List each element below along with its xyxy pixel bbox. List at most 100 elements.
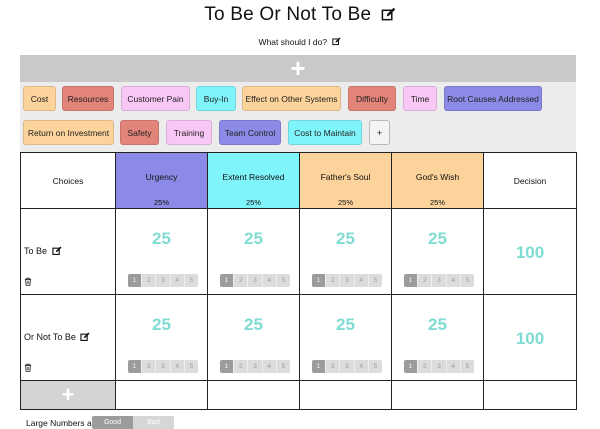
- trash-icon[interactable]: [24, 277, 32, 288]
- criterion-header-extent-resolved[interactable]: Extent Resolved 25%: [207, 152, 300, 209]
- tag-label: Cost to Maintain: [294, 127, 356, 138]
- edit-choice-icon[interactable]: [80, 332, 90, 344]
- tag-time[interactable]: Time: [403, 86, 437, 111]
- rating-option[interactable]: 1: [220, 274, 235, 287]
- rating-option[interactable]: 2: [142, 360, 157, 373]
- rating-option[interactable]: 1: [404, 360, 419, 373]
- tag-label: Training: [173, 127, 205, 138]
- rating-selector[interactable]: 12345: [220, 274, 290, 287]
- tag-cost-to-maintain[interactable]: Cost to Maintain: [288, 120, 362, 145]
- criterion-weight: 25%: [429, 198, 445, 207]
- rating-selector[interactable]: 12345: [404, 360, 474, 373]
- rating-option[interactable]: 3: [432, 360, 447, 373]
- choice-cell: To Be: [20, 208, 116, 295]
- rating-selector[interactable]: 12345: [404, 274, 474, 287]
- add-tag-button[interactable]: +: [369, 120, 390, 145]
- empty-cell: [299, 380, 392, 410]
- tag-safety[interactable]: Safety: [120, 120, 159, 145]
- tag-resources[interactable]: Resources: [62, 86, 114, 111]
- add-choice-button[interactable]: +: [21, 381, 115, 409]
- choice-row: Or Not To Be 25 1 2 3 4 5 25 1 2 3 4 5 25 1 2 3 4 5 25 1…: [20, 294, 577, 381]
- header-row: Choices Urgency 25% Extent Resolved 25% …: [20, 152, 577, 209]
- edit-title-icon[interactable]: [381, 6, 396, 28]
- tag-training[interactable]: Training: [166, 120, 212, 145]
- criterion-weight: 25%: [337, 198, 353, 207]
- rating-selector[interactable]: 12345: [220, 360, 290, 373]
- rating-option[interactable]: 4: [262, 274, 277, 287]
- rating-selector[interactable]: 12345: [312, 274, 382, 287]
- rating-option[interactable]: 1: [128, 274, 143, 287]
- tag-effect-on-other-systems[interactable]: Effect on Other Systems: [242, 86, 341, 111]
- criterion-header-gods-wish[interactable]: God's Wish 25%: [391, 152, 484, 209]
- rating-option[interactable]: 2: [234, 274, 249, 287]
- rating-option[interactable]: 4: [446, 274, 461, 287]
- tag-buy-in[interactable]: Buy-In: [196, 86, 236, 111]
- rating-option[interactable]: 1: [404, 274, 419, 287]
- decision-header: Decision: [483, 152, 577, 209]
- tag-label: Resources: [67, 93, 109, 104]
- rating-option[interactable]: 3: [340, 360, 355, 373]
- decision-header-label: Decision: [513, 175, 547, 186]
- good-option[interactable]: Good: [92, 416, 133, 429]
- rating-option[interactable]: 4: [354, 360, 369, 373]
- add-choice-cell: +: [20, 380, 116, 410]
- tag-root-causes-addressed[interactable]: Root Causes Addressed: [444, 86, 542, 111]
- rating-selector[interactable]: 12345: [312, 360, 382, 373]
- rating-selector[interactable]: 12345: [128, 274, 198, 287]
- rating-option[interactable]: 1: [312, 274, 327, 287]
- tag-difficulty[interactable]: Difficulty: [348, 86, 396, 111]
- rating-option[interactable]: 2: [326, 360, 341, 373]
- rating-selector[interactable]: 12345: [128, 360, 198, 373]
- decision-cell: 100: [483, 208, 577, 295]
- rating-option[interactable]: 5: [184, 274, 198, 287]
- rating-option[interactable]: 2: [234, 360, 249, 373]
- criterion-header-urgency[interactable]: Urgency 25%: [115, 152, 208, 209]
- choices-header: Choices: [20, 152, 116, 209]
- empty-cell: [483, 380, 577, 410]
- tag-cost[interactable]: Cost: [23, 86, 56, 111]
- criterion-header-fathers-soul[interactable]: Father's Soul 25%: [299, 152, 392, 209]
- tag-label: Root Causes Addressed: [447, 93, 539, 104]
- rating-option[interactable]: 5: [460, 274, 474, 287]
- tag-customer-pain[interactable]: Customer Pain: [121, 86, 190, 111]
- rating-option[interactable]: 5: [460, 360, 474, 373]
- rating-option[interactable]: 2: [326, 274, 341, 287]
- rating-option[interactable]: 4: [262, 360, 277, 373]
- rating-option[interactable]: 3: [340, 274, 355, 287]
- rating-option[interactable]: 2: [418, 274, 433, 287]
- rating-option[interactable]: 1: [220, 360, 235, 373]
- bad-option[interactable]: Bad: [133, 416, 174, 429]
- page-subtitle-text: What should I do?: [258, 37, 328, 47]
- rating-option[interactable]: 4: [170, 360, 185, 373]
- tag-label: Team Control: [224, 127, 276, 138]
- edit-subtitle-icon[interactable]: [332, 37, 341, 48]
- tag-label: Return on Investment: [27, 127, 110, 138]
- rating-option[interactable]: 1: [128, 360, 143, 373]
- tag-team-control[interactable]: Team Control: [219, 120, 281, 145]
- score-value: 25: [428, 229, 447, 248]
- rating-option[interactable]: 5: [184, 360, 198, 373]
- rating-option[interactable]: 2: [418, 360, 433, 373]
- rating-option[interactable]: 2: [142, 274, 157, 287]
- rating-option[interactable]: 1: [312, 360, 327, 373]
- rating-option[interactable]: 5: [276, 274, 290, 287]
- rating-option[interactable]: 4: [446, 360, 461, 373]
- score-cell: 2 5 1 2 3 4 5: [299, 294, 392, 381]
- rating-option[interactable]: 5: [368, 360, 382, 373]
- rating-option[interactable]: 3: [156, 274, 171, 287]
- tag-return-on-investment[interactable]: Return on Investment: [23, 120, 114, 145]
- rating-option[interactable]: 4: [170, 274, 185, 287]
- rating-option[interactable]: 5: [276, 360, 290, 373]
- rating-option[interactable]: 3: [432, 274, 447, 287]
- rating-option[interactable]: 3: [248, 360, 263, 373]
- trash-icon[interactable]: [24, 363, 32, 374]
- page-title-text: To Be Or Not To Be: [204, 4, 372, 25]
- score-cell: 2 5 1 2 3 4 5: [207, 294, 300, 381]
- rating-option[interactable]: 4: [354, 274, 369, 287]
- edit-choice-icon[interactable]: [51, 246, 62, 258]
- rating-option[interactable]: 3: [248, 274, 263, 287]
- rating-option[interactable]: 5: [368, 274, 382, 287]
- rating-option[interactable]: 3: [156, 360, 171, 373]
- add-criterion-button[interactable]: +: [20, 53, 576, 83]
- tag-label: Buy-In: [203, 93, 229, 104]
